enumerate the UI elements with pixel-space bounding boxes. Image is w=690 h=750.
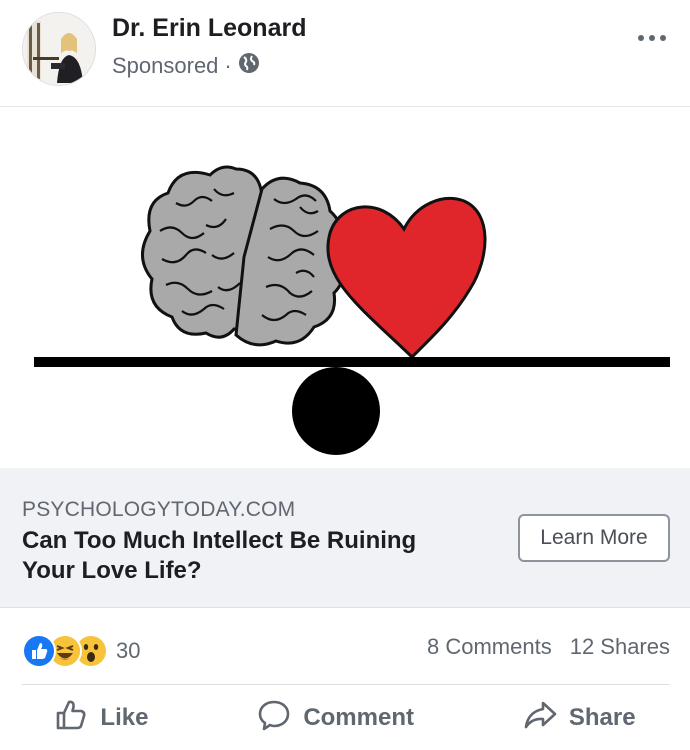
share-label: Share	[568, 704, 636, 731]
avatar[interactable]	[22, 12, 96, 86]
shares-count[interactable]: 12 Shares	[570, 634, 670, 660]
post-header: Dr. Erin Leonard Sponsored ·	[0, 0, 690, 106]
reaction-count[interactable]: 30	[116, 638, 140, 664]
comment-label: Comment	[303, 704, 414, 731]
action-bar: Like Comment Share	[0, 686, 690, 750]
brain-icon	[141, 165, 346, 347]
like-label: Like	[100, 704, 149, 731]
post-meta: Sponsored ·	[112, 52, 260, 80]
seesaw-beam	[34, 357, 670, 367]
meta-separator: ·	[224, 53, 232, 78]
share-icon	[523, 698, 557, 739]
like-button[interactable]: Like	[34, 690, 168, 747]
link-preview[interactable]: PSYCHOLOGYTODAY.COM Can Too Much Intelle…	[0, 468, 690, 608]
more-options-icon[interactable]	[632, 28, 672, 48]
author-name[interactable]: Dr. Erin Leonard	[112, 14, 306, 43]
share-button[interactable]: Share	[503, 690, 656, 747]
learn-more-button[interactable]: Learn More	[518, 514, 670, 562]
heart-icon	[326, 197, 487, 360]
ad-image[interactable]	[0, 106, 690, 468]
comment-icon	[257, 698, 291, 739]
sponsored-label[interactable]: Sponsored	[112, 53, 218, 79]
comment-button[interactable]: Comment	[237, 690, 434, 747]
thumbs-up-icon	[54, 698, 88, 739]
reactions-summary[interactable]: 30	[22, 634, 140, 668]
link-domain: PSYCHOLOGYTODAY.COM	[22, 498, 296, 521]
comments-count[interactable]: 8 Comments	[427, 634, 552, 660]
divider	[22, 684, 670, 685]
seesaw-fulcrum	[292, 367, 380, 455]
globe-icon	[238, 52, 260, 80]
engagement-counts: 8 Comments 12 Shares	[427, 634, 670, 660]
engagement-bar: 30 8 Comments 12 Shares	[0, 608, 690, 686]
like-reaction-icon	[22, 634, 56, 668]
link-headline[interactable]: Can Too Much Intellect Be Ruining Your L…	[22, 526, 462, 586]
